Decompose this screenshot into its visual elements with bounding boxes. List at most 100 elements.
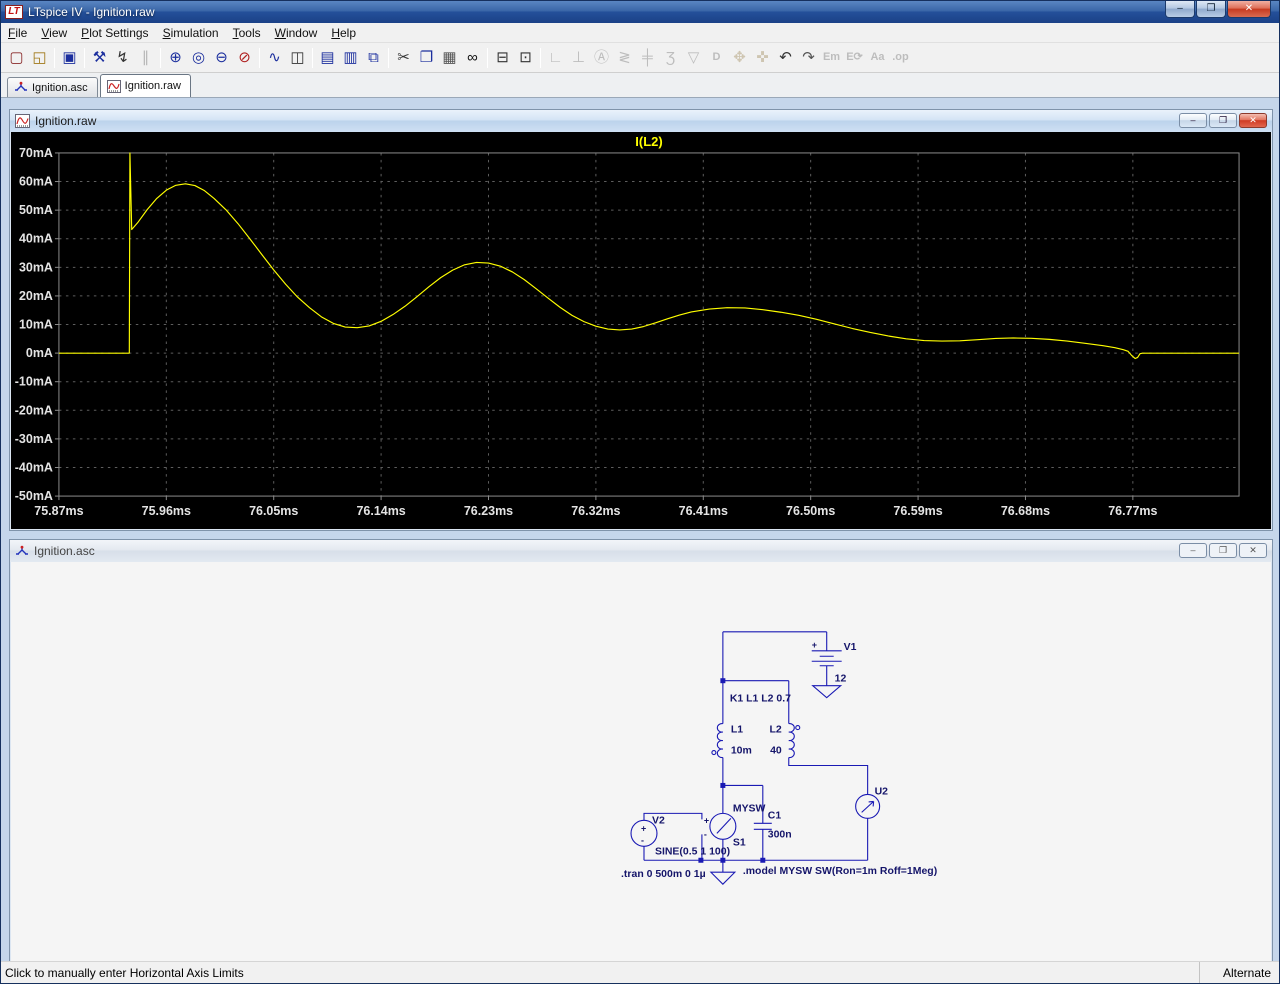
menu-tools[interactable]: Tools <box>226 24 268 42</box>
open-file-icon[interactable]: ◱ <box>28 46 51 70</box>
inductor-l2[interactable] <box>789 724 800 758</box>
label-s1[interactable]: S1 <box>733 837 746 848</box>
pause-icon: ∥ <box>134 46 157 70</box>
label-l2[interactable]: L2 <box>770 725 782 736</box>
y-tick-label: 60mA <box>19 175 53 189</box>
model-directive[interactable]: .model MYSW SW(Ron=1m Roff=1Meg) <box>743 866 937 877</box>
x-tick-label: 76.32ms <box>571 504 620 518</box>
label-v1[interactable]: V1 <box>844 642 857 653</box>
find-icon[interactable]: ∞ <box>461 46 484 70</box>
menu-window[interactable]: Window <box>268 24 325 42</box>
copy-icon[interactable]: ❐ <box>415 46 438 70</box>
tab-ignition-asc[interactable]: Ignition.asc <box>7 77 98 97</box>
ground-main[interactable] <box>711 872 735 884</box>
minimize-button[interactable]: – <box>1165 1 1195 18</box>
menu-bar: File View Plot Settings Simulation Tools… <box>1 23 1279 43</box>
label-u2[interactable]: U2 <box>875 786 889 797</box>
toolbar-separator <box>540 48 541 68</box>
autorange-waveform-icon[interactable]: ∿ <box>263 46 286 70</box>
label-l1[interactable]: L1 <box>731 725 743 736</box>
undo-icon[interactable]: ↶ <box>774 46 797 70</box>
save-icon[interactable]: ▣ <box>58 46 81 70</box>
schematic-icon <box>14 81 28 94</box>
wires[interactable] <box>644 632 868 872</box>
place-label-icon: Ⓐ <box>590 46 613 70</box>
tab-label: Ignition.asc <box>32 82 88 94</box>
waveform-window-title: Ignition.raw <box>35 114 96 128</box>
restore-button[interactable]: ❐ <box>1196 1 1226 18</box>
axis-settings-icon[interactable]: ◫ <box>286 46 309 70</box>
y-tick-label: -20mA <box>15 403 53 417</box>
run-icon[interactable]: ⚒ <box>88 46 111 70</box>
svg-text:-: - <box>704 829 707 839</box>
value-l1[interactable]: 10m <box>731 746 752 757</box>
y-tick-label: 10mA <box>19 318 53 332</box>
rotate-icon: E⟳ <box>843 46 866 70</box>
close-button[interactable]: ✕ <box>1239 113 1267 128</box>
trace-I(L2)[interactable] <box>59 153 1239 359</box>
zoom-out-icon[interactable]: ⊖ <box>210 46 233 70</box>
minimize-button[interactable]: – <box>1179 113 1207 128</box>
restore-button[interactable]: ❐ <box>1209 543 1237 558</box>
tile-vertical-icon[interactable]: ▥ <box>339 46 362 70</box>
halt-icon[interactable]: ↯ <box>111 46 134 70</box>
menu-plot-settings[interactable]: Plot Settings <box>74 24 155 42</box>
svg-text:-: - <box>641 835 644 845</box>
zoom-back-icon[interactable]: ◎ <box>187 46 210 70</box>
new-schematic-icon[interactable]: ▢ <box>5 46 28 70</box>
place-inductor-icon: Ʒ <box>659 46 682 70</box>
value-c1[interactable]: 300n <box>768 829 792 840</box>
tab-ignition-raw[interactable]: Ignition.raw <box>100 74 191 97</box>
waveform-plot[interactable]: 75.87ms75.96ms76.05ms76.14ms76.23ms76.32… <box>11 132 1271 529</box>
component-u2[interactable] <box>856 794 880 818</box>
plot-title: I(L2) <box>635 134 662 149</box>
schematic-drawing[interactable]: + <box>11 562 1271 961</box>
toolbar-separator <box>259 48 260 68</box>
menu-view[interactable]: View <box>34 24 74 42</box>
value-v1[interactable]: 12 <box>835 674 847 685</box>
switch-model-name[interactable]: MYSW <box>733 803 766 814</box>
close-button[interactable]: ✕ <box>1227 1 1271 18</box>
schematic-window: Ignition.asc – ❐ ✕ + <box>9 539 1273 963</box>
toolbar-separator <box>388 48 389 68</box>
menu-file[interactable]: File <box>1 24 34 42</box>
mirror-icon: Em <box>820 46 843 70</box>
x-tick-label: 75.96ms <box>142 504 191 518</box>
value-l2[interactable]: 40 <box>770 746 782 757</box>
inductor-l1[interactable] <box>712 724 723 758</box>
x-tick-label: 76.50ms <box>786 504 835 518</box>
cascade-windows-icon[interactable]: ⧉ <box>362 46 385 70</box>
waveform-window-titlebar[interactable]: Ignition.raw – ❐ ✕ <box>10 110 1272 132</box>
cut-icon[interactable]: ✂ <box>392 46 415 70</box>
schematic-labels: V1 12 K1 L1 L2 0.7 L1 10m L2 40 U2 MYSW S1 C1 300n V… <box>621 642 937 880</box>
tran-directive[interactable]: .tran 0 500m 0 1µ <box>621 869 706 880</box>
y-tick-label: 50mA <box>19 203 53 217</box>
redo-icon[interactable]: ↷ <box>797 46 820 70</box>
label-v2[interactable]: V2 <box>652 815 665 826</box>
print-preview-icon[interactable]: ⊡ <box>514 46 537 70</box>
title-bar[interactable]: LT LTspice IV - Ignition.raw – ❐ ✕ <box>1 1 1279 23</box>
zoom-full-extents-icon[interactable]: ⊘ <box>233 46 256 70</box>
y-tick-label: -50mA <box>15 489 53 503</box>
schematic-window-titlebar[interactable]: Ignition.asc – ❐ ✕ <box>10 540 1272 562</box>
coupling-directive[interactable]: K1 L1 L2 0.7 <box>730 694 791 705</box>
restore-button[interactable]: ❐ <box>1209 113 1237 128</box>
text-icon: Aa <box>866 46 889 70</box>
switch-s1[interactable]: + - <box>704 813 736 839</box>
tile-horizontal-icon[interactable]: ▤ <box>316 46 339 70</box>
paste-icon[interactable]: ▦ <box>438 46 461 70</box>
menu-simulation[interactable]: Simulation <box>156 24 226 42</box>
close-button[interactable]: ✕ <box>1239 543 1267 558</box>
value-v2[interactable]: SINE(0.5 1 100) <box>655 846 730 857</box>
menu-help[interactable]: Help <box>324 24 363 42</box>
schematic-canvas[interactable]: + <box>11 562 1271 961</box>
drag-icon: ✜ <box>751 46 774 70</box>
print-icon[interactable]: ⊟ <box>491 46 514 70</box>
ground-v1[interactable] <box>813 686 841 698</box>
x-tick-label: 76.59ms <box>893 504 942 518</box>
label-c1[interactable]: C1 <box>768 810 782 821</box>
toolbar: ▢◱▣⚒↯∥⊕◎⊖⊘∿◫▤▥⧉✂❐▦∞⊟⊡∟⊥Ⓐ≷╪Ʒ▽D✥✜↶↷EmE⟳Aa.… <box>1 43 1279 73</box>
zoom-in-icon[interactable]: ⊕ <box>164 46 187 70</box>
plot-area[interactable]: 75.87ms75.96ms76.05ms76.14ms76.23ms76.32… <box>11 132 1271 529</box>
minimize-button[interactable]: – <box>1179 543 1207 558</box>
